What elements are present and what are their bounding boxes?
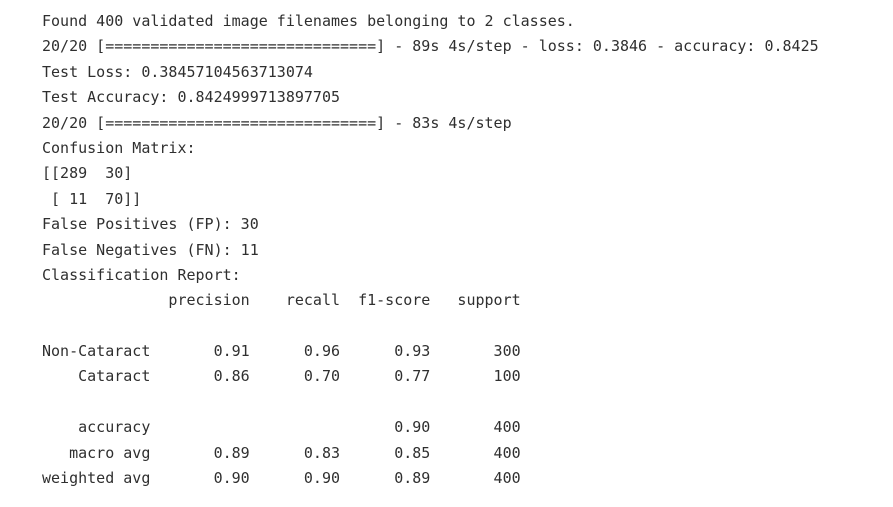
false-negatives-line: False Negatives (FN): 11 xyxy=(42,240,259,259)
found-images-line: Found 400 validated image filenames belo… xyxy=(42,12,575,30)
report-blank-line-2 xyxy=(42,390,882,415)
prediction-progress-line: 20/20 [==============================] -… xyxy=(42,113,512,132)
test-accuracy-line: Test Accuracy: 0.8424999713897705 xyxy=(42,88,341,107)
confusion-matrix-row-1: [[289 30] xyxy=(42,164,133,183)
report-row-weighted-avg: weighted avg 0.90 0.90 0.89 400 xyxy=(42,469,521,488)
report-blank-line-1 xyxy=(42,314,882,339)
report-column-headers: precision recall f1-score support xyxy=(42,291,521,310)
report-row-accuracy: accuracy 0.90 400 xyxy=(42,418,521,437)
report-row-macro-avg: macro avg 0.89 0.83 0.85 400 xyxy=(42,443,521,462)
report-row-non-cataract: Non-Cataract 0.91 0.96 0.93 300 xyxy=(42,342,521,361)
confusion-matrix-header: Confusion Matrix: xyxy=(42,138,196,157)
confusion-matrix-row-2: [ 11 70]] xyxy=(42,189,142,208)
notebook-output: Found 400 validated image filenames belo… xyxy=(42,9,882,499)
report-row-cataract: Cataract 0.86 0.70 0.77 100 xyxy=(42,367,521,386)
evaluation-progress-line: 20/20 [==============================] -… xyxy=(42,37,819,56)
classification-report-header: Classification Report: xyxy=(42,265,241,284)
false-positives-line: False Positives (FP): 30 xyxy=(42,215,259,234)
test-loss-line: Test Loss: 0.38457104563713074 xyxy=(42,62,313,81)
